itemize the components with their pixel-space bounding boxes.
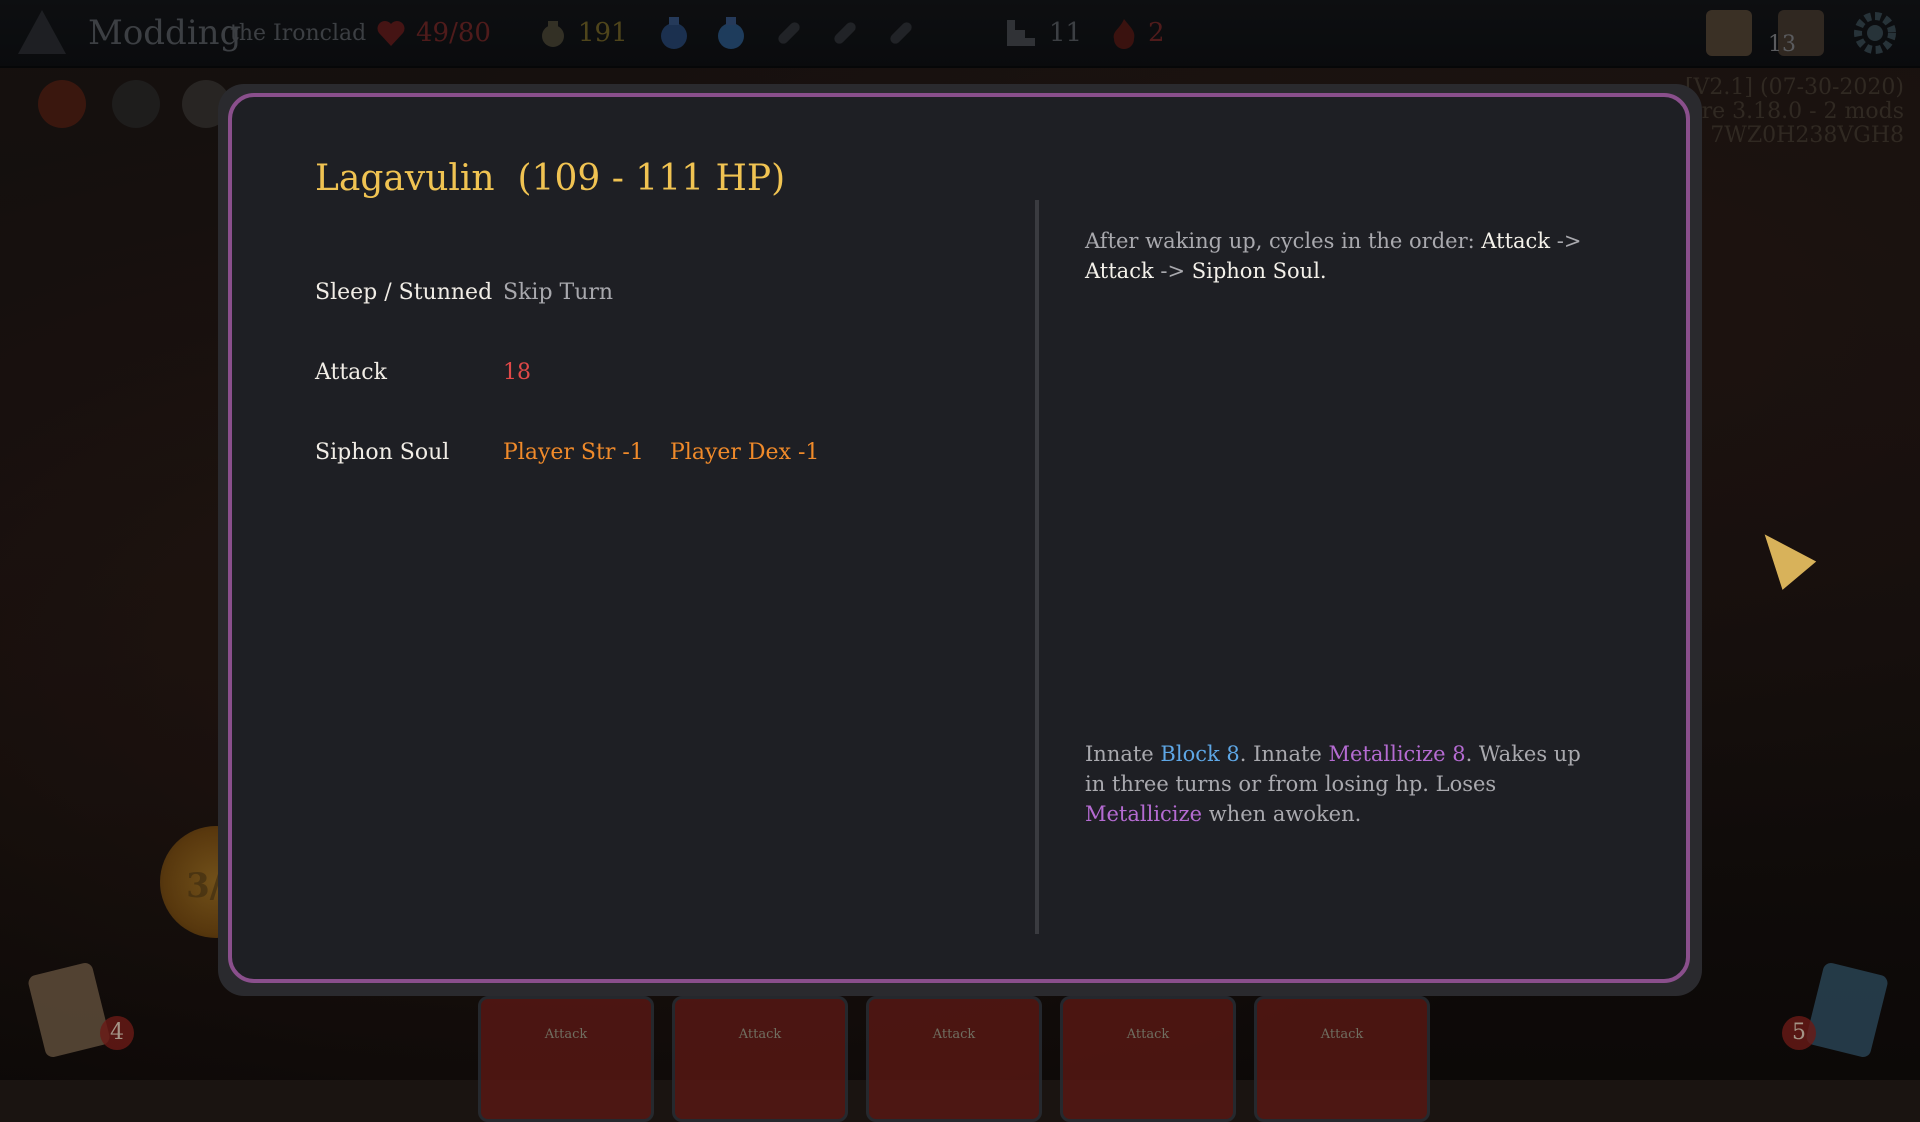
move-effect: Player Str -1 (503, 440, 644, 465)
draw-pile-count: 4 (100, 1016, 134, 1050)
monster-title: Lagavulin (109 - 111 HP) (315, 158, 786, 199)
move-damage: 18 (503, 360, 531, 385)
move-name: Attack (315, 360, 387, 385)
block-keyword: Block 8 (1160, 742, 1240, 766)
move-keyword: Attack (1481, 229, 1551, 253)
move-effect: Player Dex -1 (670, 440, 820, 465)
metallicize-keyword: Metallicize 8 (1328, 742, 1466, 766)
hand-card-label: Attack (932, 1027, 976, 1042)
hand-card-label: Attack (738, 1027, 782, 1042)
hand-card-label: Attack (1126, 1027, 1170, 1042)
desc-arrow: -> (1550, 229, 1582, 253)
hand-card[interactable]: Attack (1060, 996, 1236, 1122)
hand-card-label: Attack (544, 1027, 588, 1042)
desc-text: when awoken. (1202, 802, 1362, 826)
move-keyword: Siphon Soul (1191, 259, 1320, 283)
hand-card[interactable]: Attack (866, 996, 1042, 1122)
hand-card[interactable]: Attack (1254, 996, 1430, 1122)
desc-text: After waking up, cycles in the order: (1085, 229, 1482, 253)
move-keyword: Attack (1085, 259, 1154, 283)
hand-card-label: Attack (1320, 1027, 1364, 1042)
column-divider (1035, 200, 1039, 934)
desc-text: . Innate (1239, 742, 1329, 766)
move-pattern-description: After waking up, cycles in the order: At… (1085, 226, 1605, 286)
innate-description: Innate Block 8. Innate Metallicize 8. Wa… (1085, 739, 1605, 829)
discard-pile-count: 5 (1782, 1016, 1816, 1050)
hand-card[interactable]: Attack (478, 996, 654, 1122)
desc-text: Innate (1085, 742, 1161, 766)
desc-text: . (1319, 259, 1327, 283)
move-effect: Skip Turn (503, 280, 614, 305)
move-name: Sleep / Stunned (315, 280, 493, 305)
metallicize-keyword: Metallicize (1085, 802, 1203, 826)
move-name: Siphon Soul (315, 440, 450, 465)
desc-arrow: -> (1153, 259, 1192, 283)
hand-card[interactable]: Attack (672, 996, 848, 1122)
